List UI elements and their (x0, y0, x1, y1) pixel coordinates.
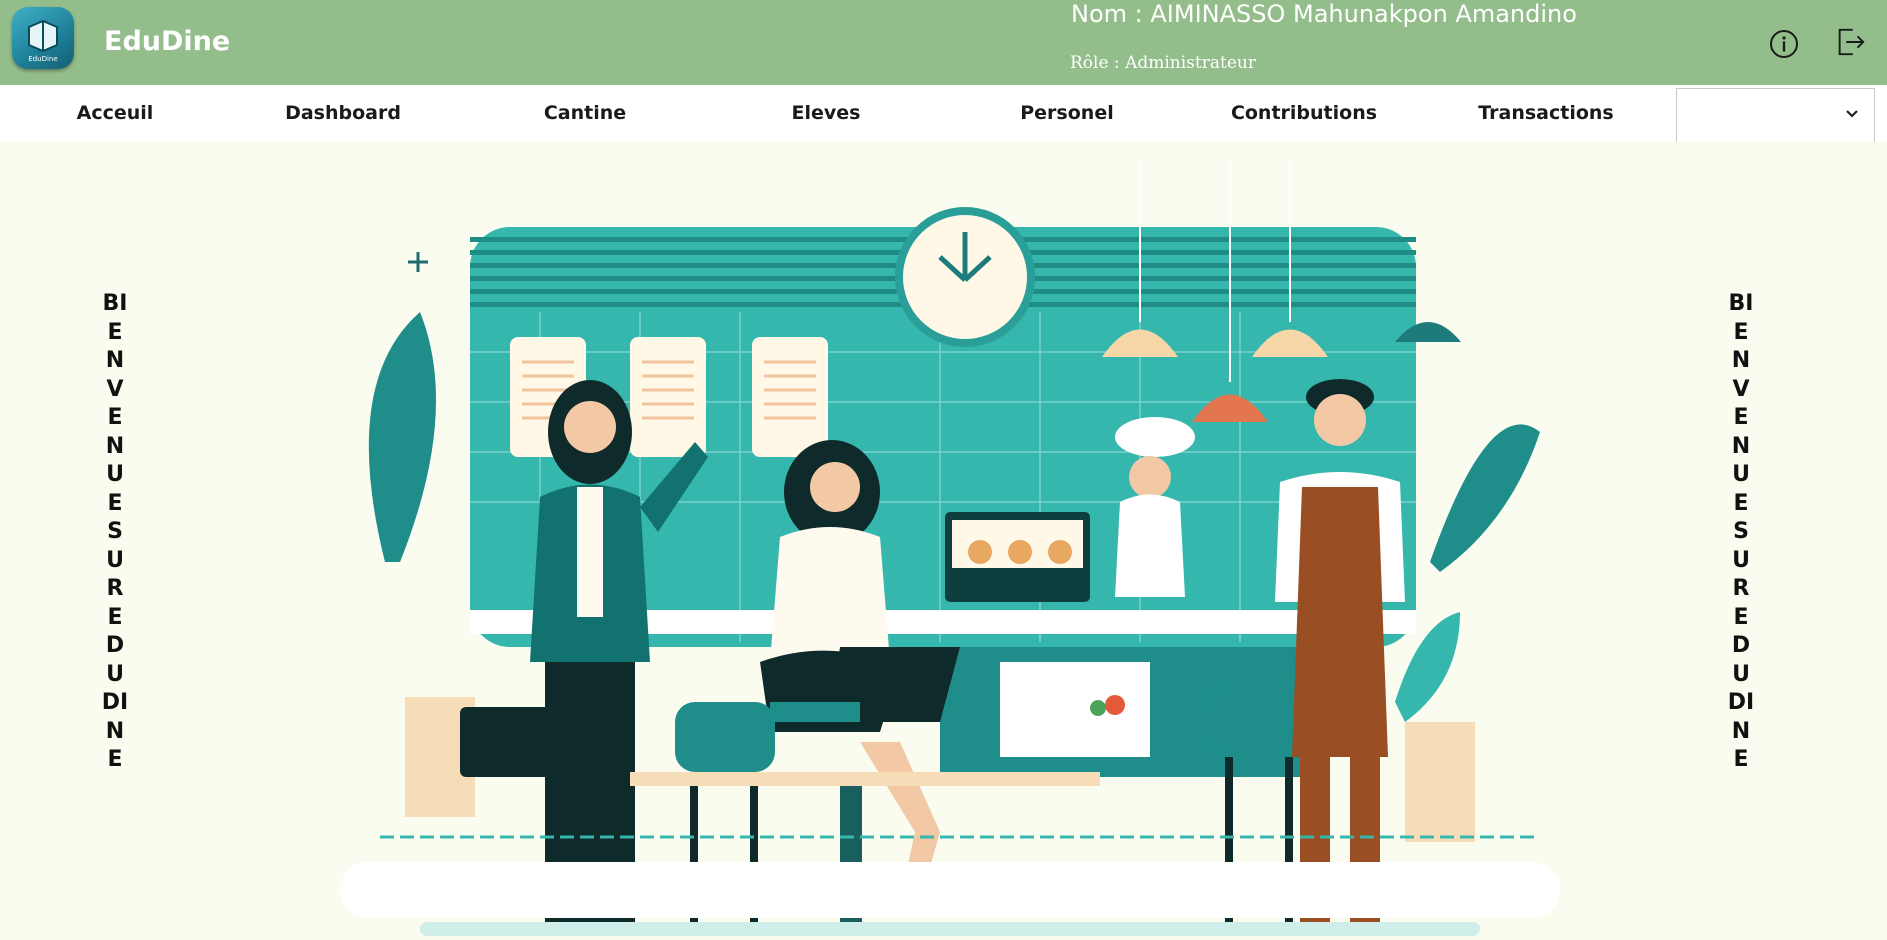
svg-text:EduDine: EduDine (28, 55, 57, 63)
nav-dropdown-select[interactable] (1676, 88, 1875, 142)
user-role: Rôle : Administrateur (1070, 53, 1256, 73)
chevron-down-icon (1844, 106, 1860, 126)
cafeteria-illustration (340, 142, 1560, 936)
nav-item-personel[interactable]: Personel (982, 85, 1152, 142)
nav-item-eleves[interactable]: Eleves (741, 85, 911, 142)
app-header: EduDine EduDine Nom : AIMINASSO Mahunakp… (0, 0, 1887, 85)
app-title: EduDine (104, 26, 231, 57)
info-icon[interactable] (1768, 28, 1800, 60)
user-name: Nom : AIMINASSO Mahunakpon Amandino (1071, 0, 1577, 28)
logout-icon[interactable] (1834, 26, 1866, 58)
welcome-vertical-text-left: BIENVENUE SUR EDUDINE (101, 291, 129, 772)
welcome-vertical-text-right: BIENVENUE SUR EDUDINE (1727, 291, 1755, 772)
edudine-logo[interactable]: EduDine (12, 7, 74, 69)
nav-item-contributions[interactable]: Contributions (1204, 85, 1404, 142)
nav-item-dashboard[interactable]: Dashboard (258, 85, 428, 142)
nav-item-transactions[interactable]: Transactions (1456, 85, 1636, 142)
nav-item-acceuil[interactable]: Acceuil (30, 85, 200, 142)
main-nav: Acceuil Dashboard Cantine Eleves Persone… (0, 85, 1887, 142)
nav-item-cantine[interactable]: Cantine (500, 85, 670, 142)
